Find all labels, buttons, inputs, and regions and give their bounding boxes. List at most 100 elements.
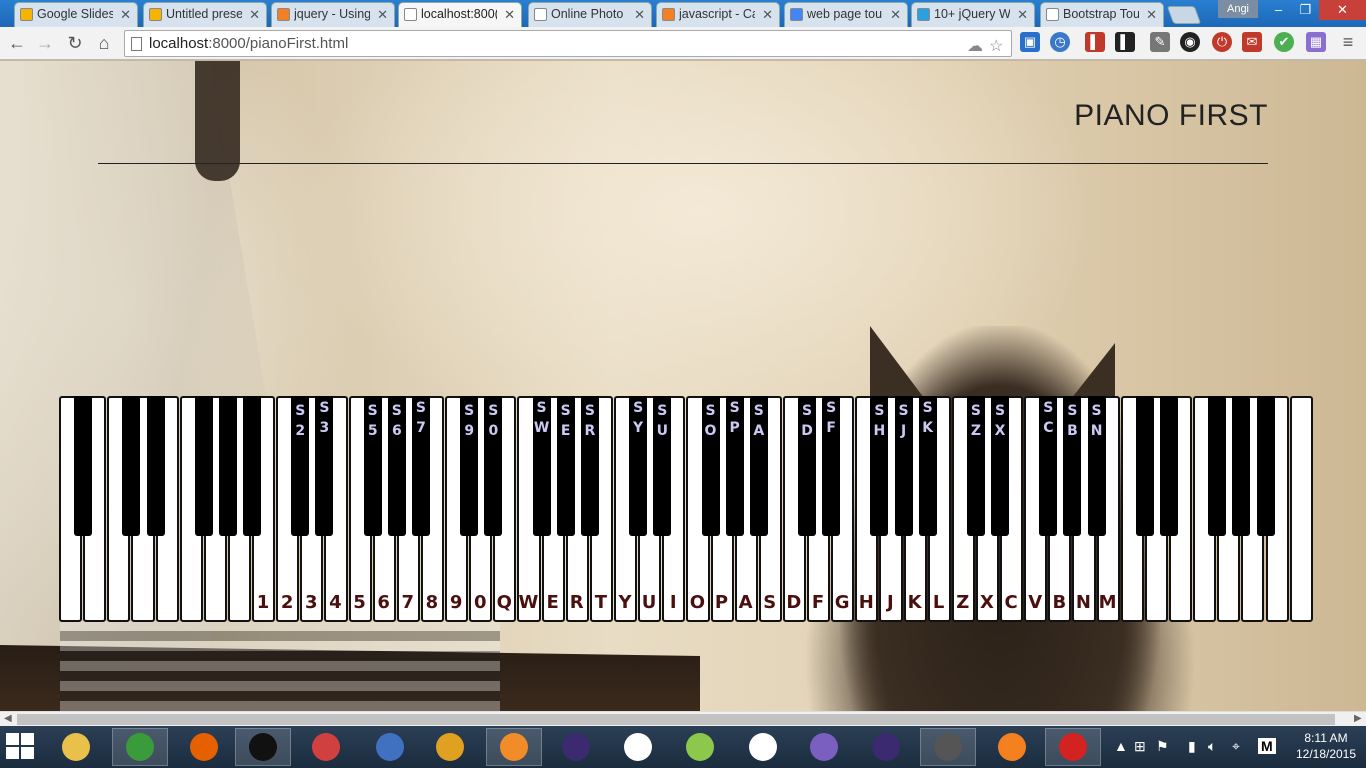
network-icon[interactable]: ⌖: [1232, 738, 1240, 755]
volume-icon[interactable]: 🔈︎: [1208, 738, 1216, 755]
taskbar-app[interactable]: [422, 728, 478, 766]
reload-button[interactable]: ↻: [64, 32, 86, 54]
taskbar-app[interactable]: [235, 728, 291, 766]
black-key[interactable]: [74, 396, 93, 536]
extension-icon[interactable]: ▌: [1085, 32, 1105, 52]
language-indicator[interactable]: M: [1258, 738, 1276, 754]
browser-tab[interactable]: Online Photo ✕: [528, 2, 652, 27]
black-key-label-bottom: N: [1090, 423, 1103, 439]
tray-chevron-icon[interactable]: ▲: [1114, 738, 1128, 754]
taskbar-app[interactable]: [1045, 728, 1101, 766]
home-button[interactable]: ⌂: [93, 32, 115, 54]
black-key[interactable]: [1135, 396, 1154, 536]
new-tab-button[interactable]: [1166, 6, 1202, 24]
extension-icon[interactable]: ⏻: [1212, 32, 1232, 52]
browser-tab[interactable]: Google Slides ✕: [14, 2, 138, 27]
close-tab-icon[interactable]: ✕: [634, 3, 645, 26]
browser-tab[interactable]: 10+ jQuery W ✕: [911, 2, 1035, 27]
extension-icon[interactable]: ▦: [1306, 32, 1326, 52]
gmail-icon[interactable]: ✉: [1242, 32, 1262, 52]
chrome-menu-icon[interactable]: ≡: [1338, 32, 1358, 52]
forward-button[interactable]: →: [34, 32, 56, 54]
black-key[interactable]: [1208, 396, 1227, 536]
slides-icon: [149, 8, 162, 21]
extension-icon[interactable]: ✔: [1274, 32, 1294, 52]
taskbar-app[interactable]: [112, 728, 168, 766]
taskbar-app[interactable]: [920, 728, 976, 766]
taskbar-app[interactable]: [48, 728, 104, 766]
bookmark-star-icon[interactable]: ☆: [989, 36, 1003, 56]
tab-label: 10+ jQuery W: [934, 7, 1010, 21]
restore-button[interactable]: ❐: [1292, 0, 1319, 20]
browser-tab[interactable]: Untitled prese ✕: [143, 2, 267, 27]
extension-icon[interactable]: ▌: [1115, 32, 1135, 52]
extension-icon[interactable]: ▣: [1020, 32, 1040, 52]
back-button[interactable]: ←: [6, 32, 28, 54]
extension-icon[interactable]: ◷: [1050, 32, 1070, 52]
taskbar-app[interactable]: [176, 728, 232, 766]
taskbar-app[interactable]: [486, 728, 542, 766]
black-key-label-top: S: [657, 403, 668, 419]
translate-icon[interactable]: ☁: [967, 36, 983, 56]
system-clock[interactable]: 8:11 AM 12/18/2015: [1294, 730, 1358, 762]
close-tab-icon[interactable]: ✕: [377, 3, 388, 26]
browser-tab[interactable]: web page tou ✕: [784, 2, 908, 27]
black-key[interactable]: [122, 396, 141, 536]
browser-tab[interactable]: localhost:800(✕: [398, 2, 522, 27]
black-key-label-top: S: [633, 400, 644, 416]
black-key[interactable]: [1232, 396, 1251, 536]
taskbar-app[interactable]: [298, 728, 354, 766]
taskbar-app[interactable]: [610, 728, 666, 766]
url-input[interactable]: localhost:8000/pianoFirst.html: [149, 35, 929, 52]
black-key[interactable]: [243, 396, 262, 536]
close-tab-icon[interactable]: ✕: [1017, 3, 1028, 26]
windows-icon[interactable]: ⊞: [1134, 738, 1146, 755]
close-tab-icon[interactable]: ✕: [504, 3, 515, 26]
black-key-label-top: S: [536, 400, 547, 416]
firefox-icon: [190, 733, 218, 761]
taskbar-app[interactable]: [735, 728, 791, 766]
taskbar-app[interactable]: [362, 728, 418, 766]
scrollbar-thumb[interactable]: [17, 714, 1335, 725]
black-key-label-bottom: U: [656, 423, 668, 439]
taskbar-app[interactable]: [796, 728, 852, 766]
tab-label: web page tou: [807, 7, 883, 21]
taskbar-app[interactable]: [672, 728, 728, 766]
browser-tab[interactable]: javascript - Ca ✕: [656, 2, 780, 27]
user-profile-button[interactable]: Angi: [1218, 0, 1258, 18]
eyedropper-icon[interactable]: ✎: [1150, 32, 1170, 52]
window-close-button[interactable]: ✕: [1319, 0, 1366, 20]
black-key[interactable]: [194, 396, 213, 536]
blender-icon: [998, 733, 1026, 761]
browser-tab[interactable]: jquery - Using ✕: [271, 2, 395, 27]
taskbar-app[interactable]: [548, 728, 604, 766]
scroll-right-icon[interactable]: ▶: [1354, 713, 1362, 724]
taskbar-app[interactable]: [984, 728, 1040, 766]
browser-tab[interactable]: Bootstrap Tou ✕: [1040, 2, 1164, 27]
black-key[interactable]: [1159, 396, 1178, 536]
close-tab-icon[interactable]: ✕: [1146, 3, 1157, 26]
extension-icon[interactable]: ◉: [1180, 32, 1200, 52]
piano-keyboard: 1234567890QWERTYUIOPASDFGHJKLZXCVBNMS2S3…: [58, 396, 1313, 623]
black-key-label-top: S: [391, 403, 402, 419]
black-key[interactable]: [146, 396, 165, 536]
minimize-button[interactable]: –: [1265, 0, 1292, 20]
scroll-left-icon[interactable]: ◀: [4, 713, 12, 724]
close-tab-icon[interactable]: ✕: [890, 3, 901, 26]
address-bar[interactable]: localhost:8000/pianoFirst.html ☁ ☆: [124, 30, 1012, 57]
battery-icon[interactable]: ▮: [1188, 738, 1196, 755]
black-key[interactable]: [218, 396, 237, 536]
close-tab-icon[interactable]: ✕: [249, 3, 260, 26]
black-key-label-top: S: [995, 403, 1006, 419]
close-tab-icon[interactable]: ✕: [120, 3, 131, 26]
flag-icon[interactable]: ⚑: [1156, 738, 1169, 755]
black-key-label-bottom: P: [729, 420, 740, 436]
start-button[interactable]: [6, 733, 36, 761]
close-tab-icon[interactable]: ✕: [762, 3, 773, 26]
white-key[interactable]: [1289, 396, 1313, 622]
taskbar-app[interactable]: [858, 728, 914, 766]
horizontal-scrollbar[interactable]: ◀ ▶: [0, 711, 1366, 726]
black-key-label-bottom: 7: [416, 420, 426, 436]
black-key[interactable]: [1256, 396, 1275, 536]
black-key-label-top: S: [729, 400, 740, 416]
